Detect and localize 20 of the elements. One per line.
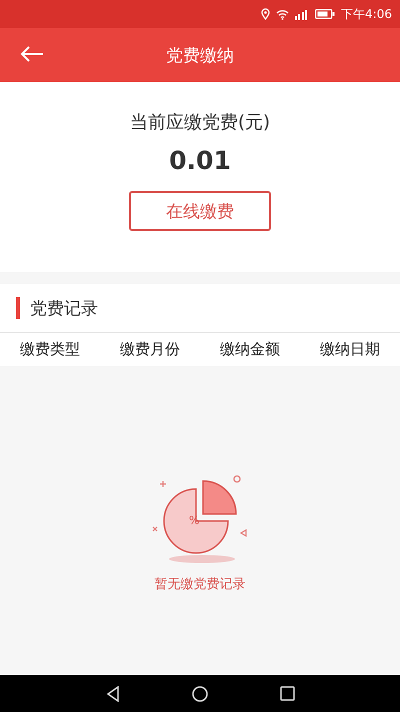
signal-icon	[295, 8, 310, 20]
column-header: 缴纳金额	[220, 340, 280, 359]
battery-icon	[315, 9, 336, 19]
recents-nav-icon[interactable]	[280, 686, 294, 701]
wifi-icon	[276, 8, 290, 20]
back-nav-icon[interactable]	[106, 686, 120, 702]
column-header: 缴纳日期	[320, 340, 380, 359]
amount-value: 0.01	[169, 146, 231, 175]
empty-message: 暂无缴党费记录	[154, 576, 246, 592]
column-header: 缴费类型	[20, 340, 80, 359]
page-title: 党费缴纳	[166, 44, 234, 66]
status-time: 下午4:06	[341, 6, 392, 22]
home-nav-icon[interactable]	[192, 686, 208, 702]
column-header: 缴费月份	[120, 340, 180, 359]
amount-label: 当前应缴党费(元)	[130, 111, 270, 134]
pay-online-button[interactable]: 在线缴费	[129, 191, 271, 231]
accent-bar	[16, 297, 20, 319]
section-title: 党费记录	[30, 298, 98, 320]
back-arrow-icon	[20, 46, 44, 62]
location-icon	[261, 8, 270, 20]
